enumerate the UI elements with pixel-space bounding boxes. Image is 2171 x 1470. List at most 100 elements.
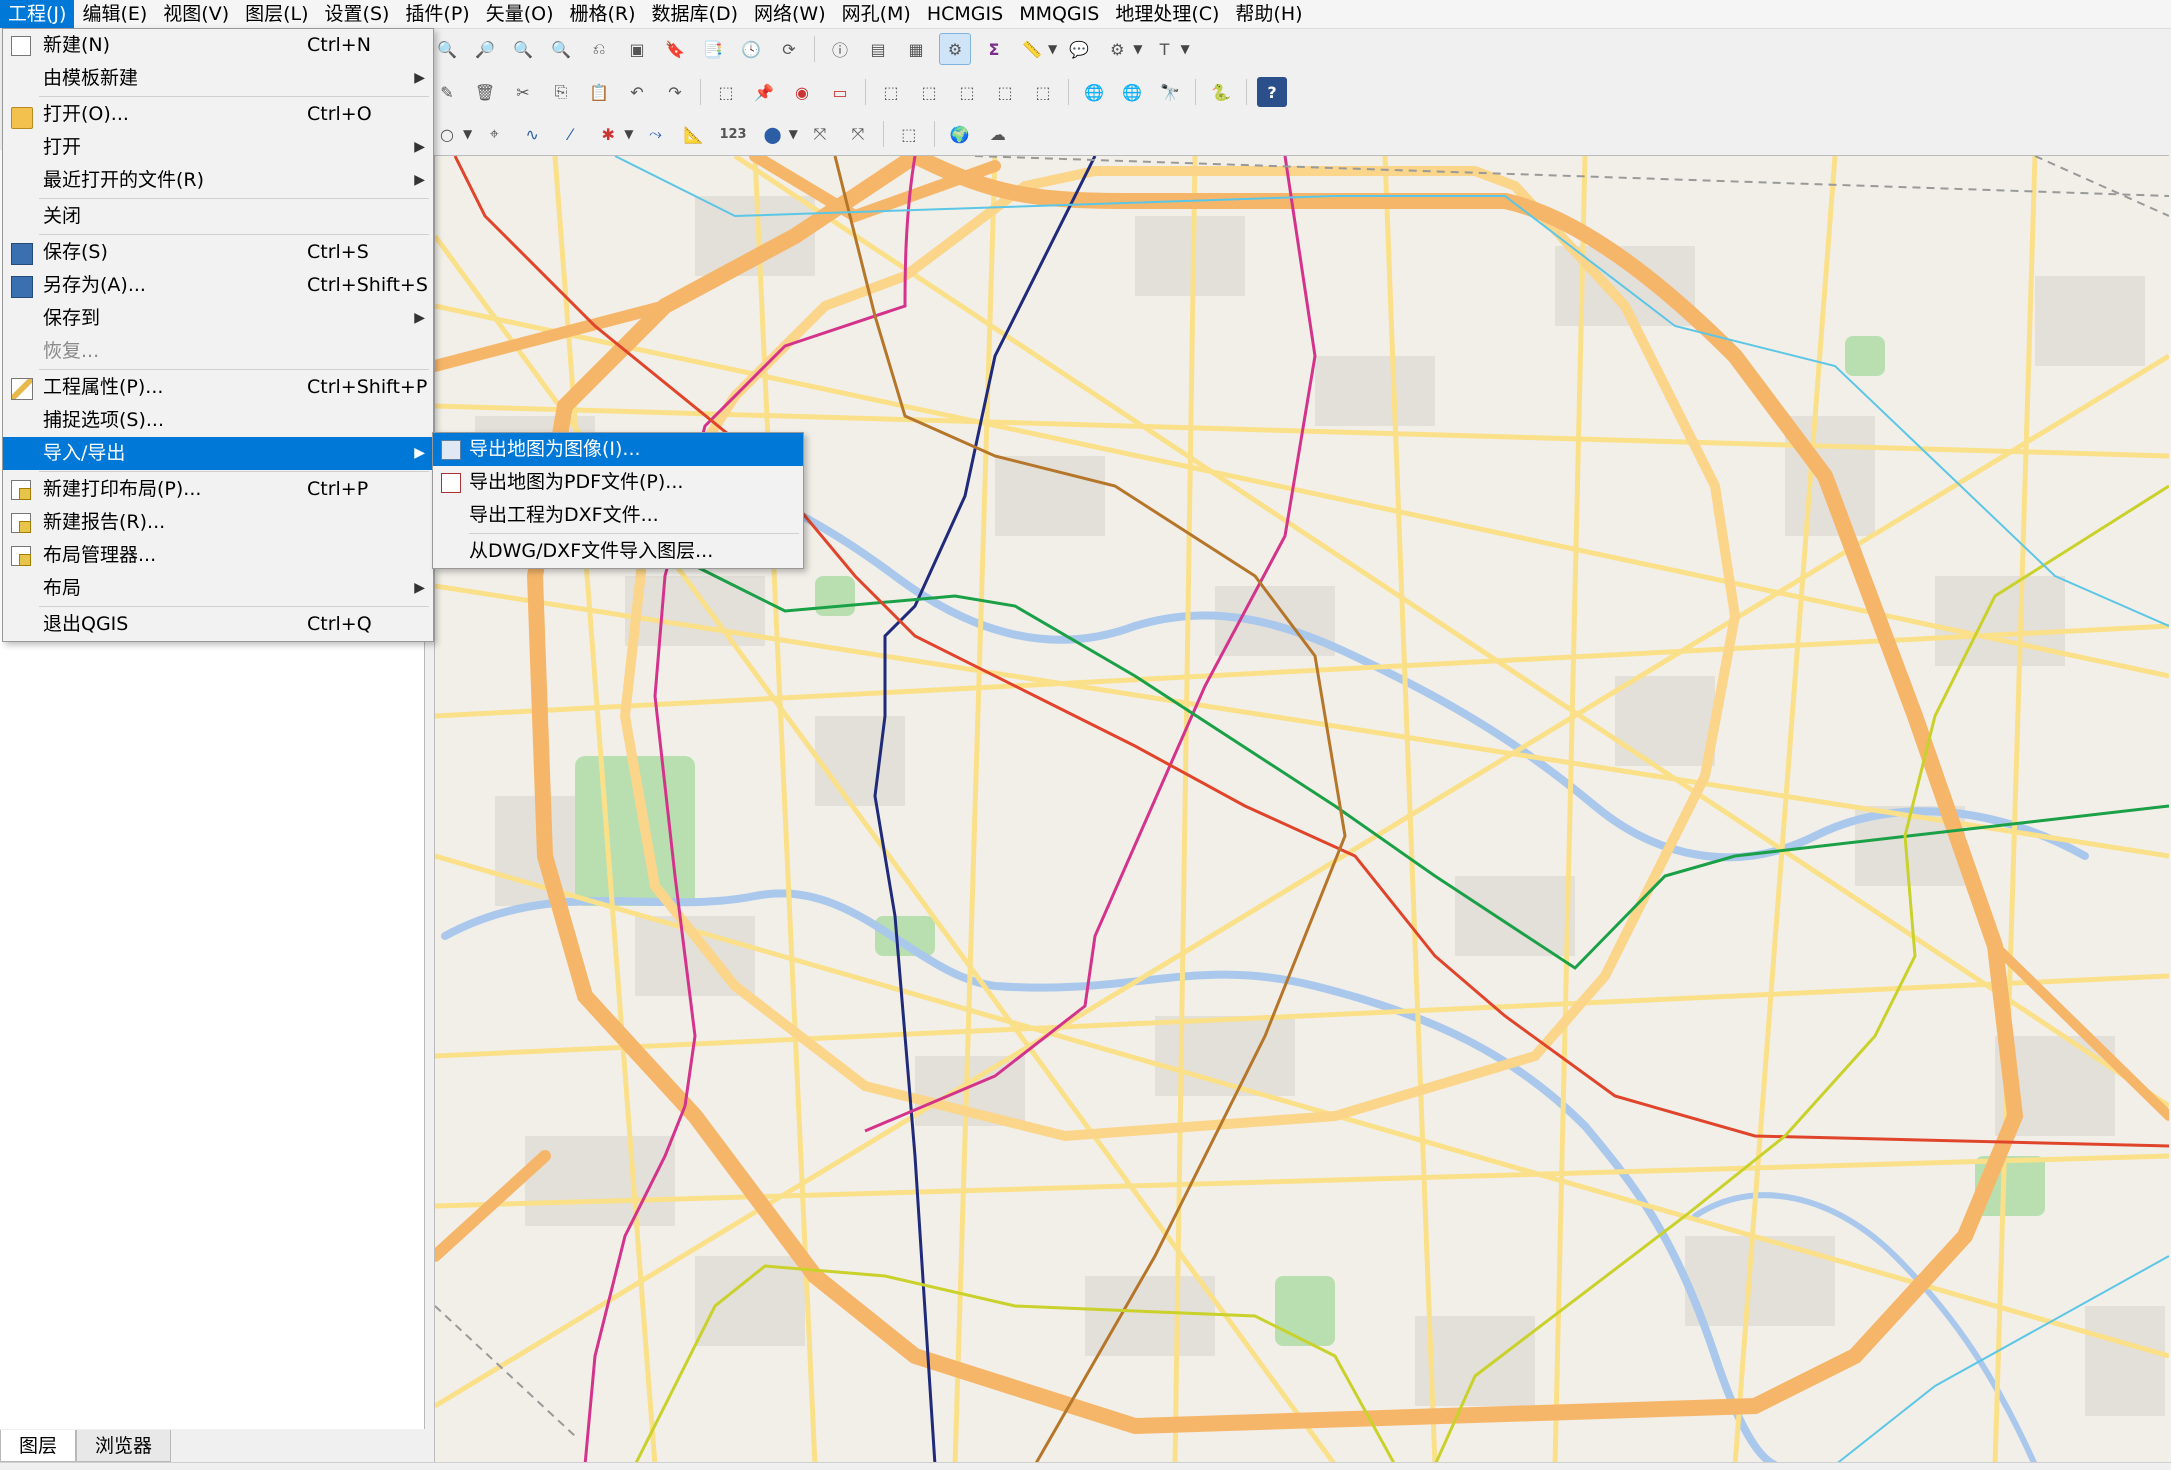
- toolbar-map-navigation: 🔍 🔎 🔍 🔍 ⎌ ▣ 🔖 📑 🕓 ⟳ ⓘ ▤ ▦ ⚙ Σ 📏 ▼ 💬 ⚙ ▼ …: [428, 29, 1193, 69]
- measure-icon[interactable]: 📏: [1017, 34, 1047, 64]
- undo-icon[interactable]: ↶: [622, 77, 652, 107]
- menu-help[interactable]: 帮助(H): [1227, 0, 1310, 28]
- python-console-icon[interactable]: 🐍: [1206, 77, 1236, 107]
- zoom-full-icon[interactable]: 🔍: [432, 34, 462, 64]
- delete-selected-icon[interactable]: 🗑: [470, 77, 500, 107]
- menu-item-open[interactable]: 打开(O)... Ctrl+O: [3, 98, 433, 131]
- menu-web[interactable]: 网络(W): [746, 0, 834, 28]
- menu-mesh[interactable]: 网孔(M): [834, 0, 919, 28]
- menu-item-new[interactable]: 新建(N) Ctrl+N: [3, 29, 433, 62]
- open-attribute-table-icon[interactable]: ▤: [863, 34, 893, 64]
- chevron-down-icon[interactable]: ▼: [1133, 42, 1142, 56]
- show-hide-labels-icon[interactable]: ▭: [825, 77, 855, 107]
- menu-processing[interactable]: 地理处理(C): [1107, 0, 1227, 28]
- tab-browser[interactable]: 浏览器: [76, 1430, 172, 1462]
- menu-item-export-map-image[interactable]: 导出地图为图像(I)...: [433, 433, 803, 466]
- select-tool-icon[interactable]: ⬚: [894, 119, 924, 149]
- menu-item-project-properties[interactable]: 工程属性(P)... Ctrl+Shift+P: [3, 371, 433, 404]
- menu-settings[interactable]: 设置(S): [317, 0, 398, 28]
- help-icon[interactable]: ?: [1257, 77, 1287, 107]
- menu-item-import-dwg-dxf[interactable]: 从DWG/DXF文件导入图层...: [433, 535, 803, 568]
- highlight-pinned-labels-icon[interactable]: ◉: [787, 77, 817, 107]
- menu-item-recent-files[interactable]: 最近打开的文件(R) ▶: [3, 164, 433, 197]
- ruler-icon[interactable]: 📐: [678, 119, 708, 149]
- add-curve-icon[interactable]: ∿: [517, 119, 547, 149]
- menu-edit[interactable]: 编辑(E): [74, 0, 155, 28]
- temporal-controller-icon[interactable]: 🕓: [736, 34, 766, 64]
- globe-icon[interactable]: 🌍: [945, 119, 975, 149]
- menu-raster[interactable]: 栅格(R): [562, 0, 644, 28]
- refresh-icon[interactable]: ⟳: [774, 34, 804, 64]
- rotate-label-icon[interactable]: ⬚: [914, 77, 944, 107]
- menu-item-save[interactable]: 保存(S) Ctrl+S: [3, 236, 433, 269]
- menu-project[interactable]: 工程(J): [0, 0, 75, 28]
- menu-item-open-from[interactable]: 打开 ▶: [3, 131, 433, 164]
- zoom-to-layer-icon[interactable]: 🔍: [508, 34, 538, 64]
- redo-icon[interactable]: ↷: [660, 77, 690, 107]
- paste-features-icon[interactable]: 📋: [584, 77, 614, 107]
- move-diagram-icon[interactable]: ⬚: [990, 77, 1020, 107]
- menu-item-export-dxf[interactable]: 导出工程为DXF文件...: [433, 499, 803, 532]
- change-label-properties-icon[interactable]: ⬚: [1028, 77, 1058, 107]
- menu-item-new-from-template[interactable]: 由模板新建 ▶: [3, 62, 433, 95]
- chevron-down-icon[interactable]: ▼: [624, 127, 633, 141]
- rotate-feature-icon[interactable]: ⤧: [805, 119, 835, 149]
- add-line-icon[interactable]: ⁄: [555, 119, 585, 149]
- menu-view[interactable]: 视图(V): [155, 0, 237, 28]
- move-label-icon[interactable]: ⬚: [876, 77, 906, 107]
- menu-item-exit-qgis[interactable]: 退出QGIS Ctrl+Q: [3, 608, 433, 641]
- menu-item-layout-manager[interactable]: 布局管理器...: [3, 539, 433, 572]
- trace-icon[interactable]: ⬤: [758, 119, 788, 149]
- menu-plugins[interactable]: 插件(P): [397, 0, 477, 28]
- zoom-last-icon[interactable]: ⎌: [584, 34, 614, 64]
- scale-feature-icon[interactable]: ⤧: [843, 119, 873, 149]
- vertex-tool-icon[interactable]: ✱: [593, 119, 623, 149]
- menu-item-new-print-layout[interactable]: 新建打印布局(P)... Ctrl+P: [3, 473, 433, 506]
- menu-item-save-as[interactable]: 另存为(A)... Ctrl+Shift+S: [3, 269, 433, 302]
- chevron-down-icon[interactable]: ▼: [1048, 42, 1057, 56]
- circle-tool-icon[interactable]: ○: [432, 119, 462, 149]
- field-calculator-icon[interactable]: ▦: [901, 34, 931, 64]
- chevron-down-icon[interactable]: ▼: [463, 127, 472, 141]
- toggle-editing-icon[interactable]: ✎: [432, 77, 462, 107]
- reshape-icon[interactable]: ⤳: [640, 119, 670, 149]
- text-annotation-icon[interactable]: T: [1149, 34, 1179, 64]
- new-map-view-icon[interactable]: ▣: [622, 34, 652, 64]
- change-label-icon[interactable]: ⬚: [952, 77, 982, 107]
- map-canvas[interactable]: [434, 155, 2169, 1465]
- new-bookmark-icon[interactable]: 🔖: [660, 34, 690, 64]
- cloud-upload-icon[interactable]: ☁: [983, 119, 1013, 149]
- toolbar-separator: [865, 79, 866, 105]
- add-wfs-layer-icon[interactable]: 🌐: [1117, 77, 1147, 107]
- cut-features-icon[interactable]: ✂: [508, 77, 538, 107]
- show-bookmarks-icon[interactable]: 📑: [698, 34, 728, 64]
- zoom-to-selection-icon[interactable]: 🔎: [470, 34, 500, 64]
- menu-item-new-report[interactable]: 新建报告(R)...: [3, 506, 433, 539]
- tab-layers[interactable]: 图层: [0, 1430, 77, 1462]
- menu-database[interactable]: 数据库(D): [644, 0, 746, 28]
- xy-coordinate-icon[interactable]: ⌖: [479, 119, 509, 149]
- pin-labels-icon[interactable]: 📌: [749, 77, 779, 107]
- menu-item-import-export[interactable]: 导入/导出 ▶: [3, 437, 433, 470]
- identify-icon[interactable]: ⓘ: [825, 34, 855, 64]
- menu-mmqgis[interactable]: MMQGIS: [1011, 0, 1107, 28]
- menu-layer[interactable]: 图层(L): [237, 0, 316, 28]
- map-tips-icon[interactable]: 💬: [1064, 34, 1094, 64]
- menu-hcmgis[interactable]: HCMGIS: [919, 0, 1011, 28]
- menu-item-snapping-options[interactable]: 捕捉选项(S)...: [3, 404, 433, 437]
- menu-vector[interactable]: 矢量(O): [478, 0, 562, 28]
- menu-item-close[interactable]: 关闭: [3, 200, 433, 233]
- zoom-native-icon[interactable]: 🔍: [546, 34, 576, 64]
- menu-item-layouts[interactable]: 布局 ▶: [3, 572, 433, 605]
- menu-item-export-map-pdf[interactable]: 导出地图为PDF文件(P)...: [433, 466, 803, 499]
- copy-features-icon[interactable]: ⎘: [546, 77, 576, 107]
- menu-item-save-to[interactable]: 保存到 ▶: [3, 302, 433, 335]
- processing-toolbox-icon[interactable]: ⚙: [939, 33, 971, 65]
- label-tool-icon[interactable]: ⬚: [711, 77, 741, 107]
- chevron-down-icon[interactable]: ▼: [789, 127, 798, 141]
- metasearch-icon[interactable]: 🔭: [1155, 77, 1185, 107]
- gear-icon[interactable]: ⚙: [1102, 34, 1132, 64]
- chevron-down-icon[interactable]: ▼: [1180, 42, 1189, 56]
- statistics-icon[interactable]: Σ: [979, 34, 1009, 64]
- add-wms-layer-icon[interactable]: 🌐: [1079, 77, 1109, 107]
